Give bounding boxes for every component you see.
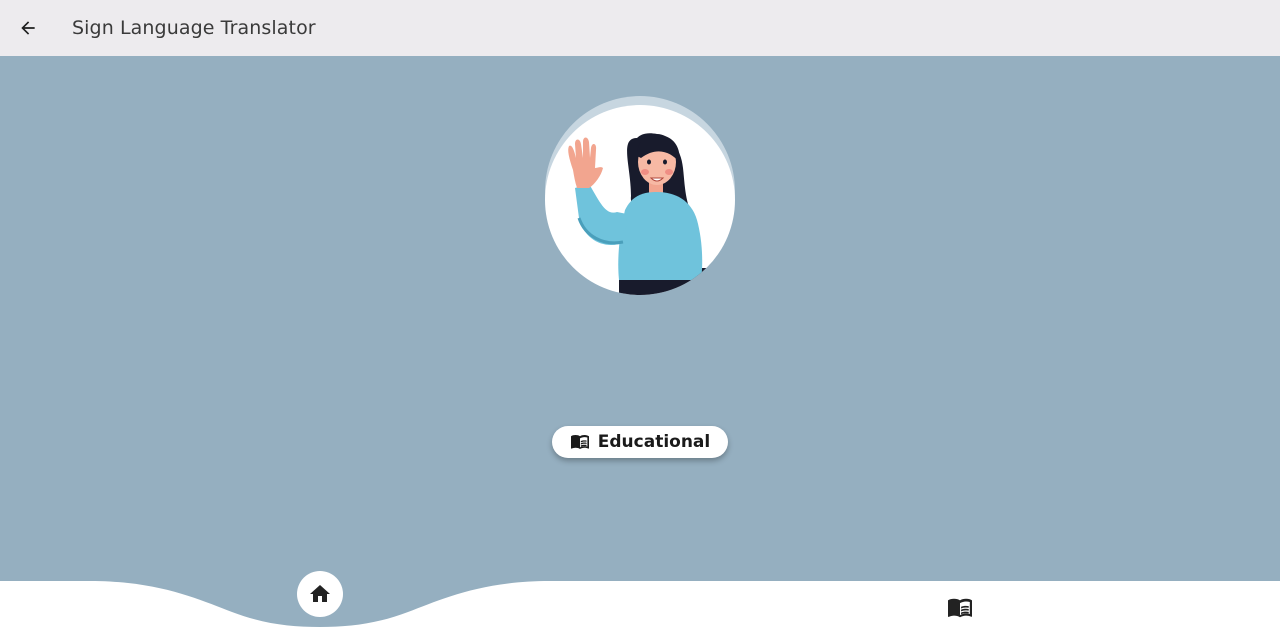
menu-book-icon xyxy=(570,435,589,449)
page-title: Sign Language Translator xyxy=(72,17,316,39)
educational-button-label: Educational xyxy=(597,432,711,452)
app-bar: Sign Language Translator xyxy=(0,0,1280,56)
bottom-navigation-bar xyxy=(0,581,1280,641)
avatar xyxy=(545,96,735,297)
nav-home-button[interactable] xyxy=(297,571,343,617)
home-icon xyxy=(310,585,330,602)
educational-button[interactable]: Educational xyxy=(552,426,728,458)
back-button[interactable] xyxy=(12,12,44,44)
nav-educational-button[interactable] xyxy=(944,594,976,622)
arrow-left-icon xyxy=(21,21,35,35)
menu-book-icon xyxy=(948,598,972,618)
waving-woman-illustration xyxy=(545,96,735,295)
